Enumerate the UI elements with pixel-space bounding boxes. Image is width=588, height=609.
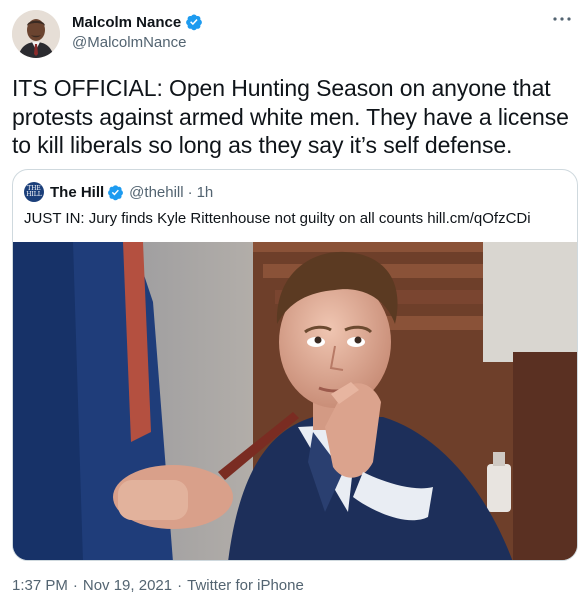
author-name-row: Malcolm Nance <box>72 12 203 32</box>
tweet-metadata: 1:37 PM · Nov 19, 2021 · Twitter for iPh… <box>12 577 304 594</box>
quoted-author-handle[interactable]: @thehill <box>129 184 183 201</box>
verified-badge-icon <box>186 14 203 31</box>
tweet-date[interactable]: Nov 19, 2021 <box>83 577 172 594</box>
more-options-button[interactable] <box>548 8 576 30</box>
tweet-text: ITS OFFICIAL: Open Hunting Season on any… <box>12 75 569 158</box>
author-display-name[interactable]: Malcolm Nance <box>72 14 181 31</box>
author-handle[interactable]: @MalcolmNance <box>72 34 186 51</box>
meta-separator-2: · <box>177 577 183 594</box>
quoted-author-name[interactable]: The Hill <box>50 184 104 201</box>
profile-photo-icon <box>12 10 60 58</box>
quoted-tweet-header: THE HILL The Hill @thehill · 1h <box>24 182 213 202</box>
tweet-source[interactable]: Twitter for iPhone <box>187 577 304 594</box>
tweet-card: Malcolm Nance @MalcolmNance ITS OFFICIAL… <box>0 0 588 609</box>
courtroom-photo-icon <box>13 242 577 560</box>
quoted-author-logo: THE HILL <box>24 182 44 202</box>
quoted-timestamp[interactable]: 1h <box>197 184 214 201</box>
author-avatar[interactable] <box>12 10 60 58</box>
quoted-tweet[interactable]: THE HILL The Hill @thehill · 1h JUST IN:… <box>12 169 578 561</box>
quoted-verified-badge-icon <box>108 184 124 200</box>
more-dots-icon <box>553 17 571 21</box>
quoted-separator: · <box>187 183 193 201</box>
quoted-tweet-image[interactable] <box>13 242 577 560</box>
quoted-tweet-text: JUST IN: Jury finds Kyle Rittenhouse not… <box>24 210 531 227</box>
meta-separator-1: · <box>72 577 78 594</box>
tweet-time[interactable]: 1:37 PM <box>12 577 68 594</box>
